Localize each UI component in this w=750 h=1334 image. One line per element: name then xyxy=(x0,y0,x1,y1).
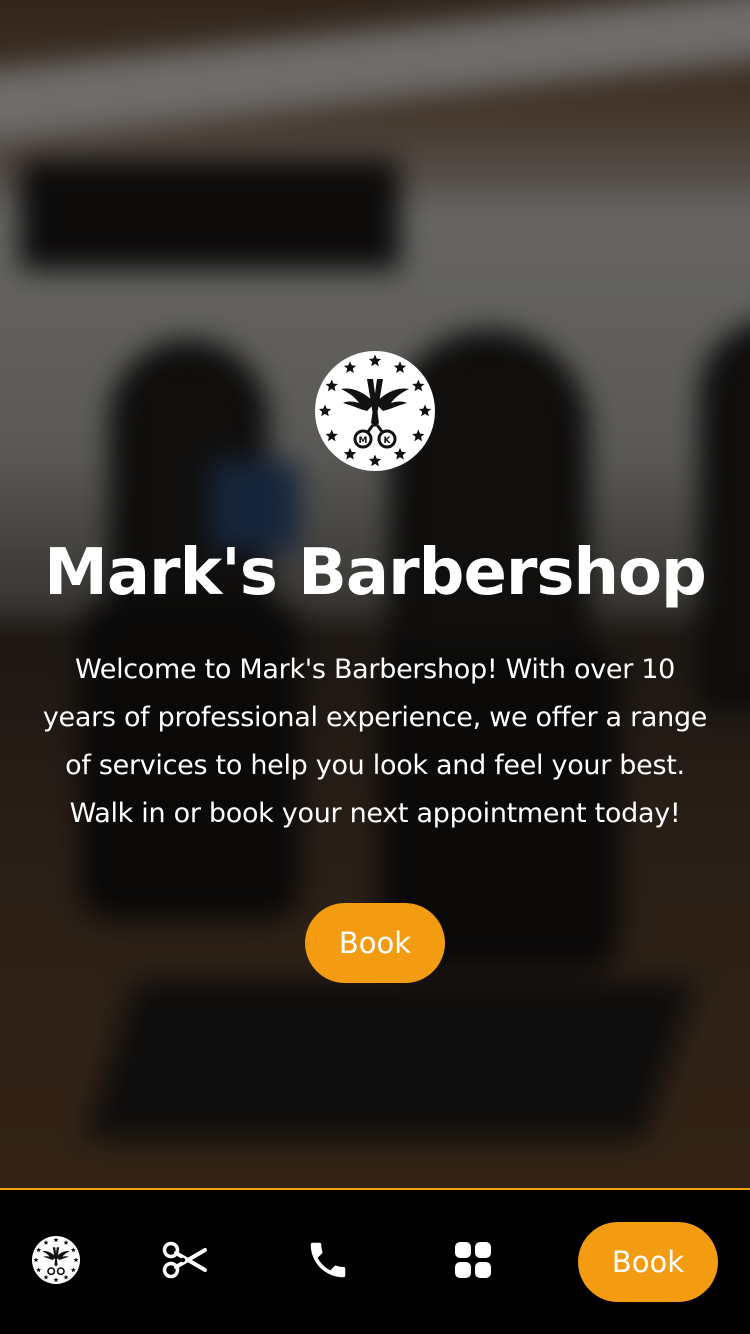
logo-star xyxy=(343,447,357,460)
book-button[interactable]: Book xyxy=(305,903,445,983)
logo-initial-k: K xyxy=(384,436,392,446)
app-page: M K Mark's Barbershop Welcome to Mark's … xyxy=(0,0,750,1334)
grid-icon xyxy=(455,1242,491,1278)
logo-star xyxy=(53,1237,59,1243)
logo-initial-m: M xyxy=(359,436,368,446)
phone-icon xyxy=(310,1242,346,1278)
logo-star xyxy=(63,1240,69,1245)
intro-line: Welcome to Mark's Barbershop! With over … xyxy=(74,654,676,685)
logo-star xyxy=(43,1240,49,1245)
logo-icon xyxy=(32,1236,80,1284)
logo-star xyxy=(36,1267,42,1273)
logo-star xyxy=(368,354,382,367)
scissors-wings-stars-icon: M K xyxy=(318,354,432,467)
logo-star xyxy=(70,1247,76,1253)
page-title: Mark's Barbershop xyxy=(44,536,707,610)
logo-star xyxy=(325,379,338,392)
logo-star xyxy=(418,404,432,417)
logo-star xyxy=(412,429,425,442)
scissors-icon xyxy=(162,1241,207,1279)
logo-star xyxy=(53,1277,59,1283)
nav-item-call[interactable] xyxy=(298,1230,358,1290)
logo-star xyxy=(368,454,382,467)
intro-line: Walk in or book your next appointment to… xyxy=(69,798,681,829)
logo-star xyxy=(63,1274,69,1280)
logo-star xyxy=(36,1247,42,1253)
logo-star xyxy=(343,361,357,373)
hero-section: M K Mark's Barbershop Welcome to Mark's … xyxy=(0,0,750,1188)
logo-star xyxy=(393,361,407,373)
logo-star xyxy=(318,404,332,417)
logo-star xyxy=(33,1257,39,1263)
intro-text: Welcome to Mark's Barbershop! With over … xyxy=(0,646,750,838)
logo-star xyxy=(73,1257,79,1263)
intro-line: of services to help you look and feel yo… xyxy=(65,750,685,781)
nav-item-menu[interactable] xyxy=(443,1230,503,1290)
logo-star xyxy=(43,1274,49,1280)
logo-star xyxy=(70,1267,76,1273)
bottom-nav: Book xyxy=(0,1188,750,1334)
nav-item-services[interactable] xyxy=(155,1230,215,1290)
nav-book-button[interactable]: Book xyxy=(578,1222,718,1302)
nav-item-home[interactable] xyxy=(26,1230,86,1290)
logo-star xyxy=(412,379,425,392)
logo-star xyxy=(393,447,407,460)
logo-star xyxy=(325,429,338,442)
brand-logo: M K xyxy=(315,351,435,471)
intro-line: years of professional experience, we off… xyxy=(42,702,708,733)
